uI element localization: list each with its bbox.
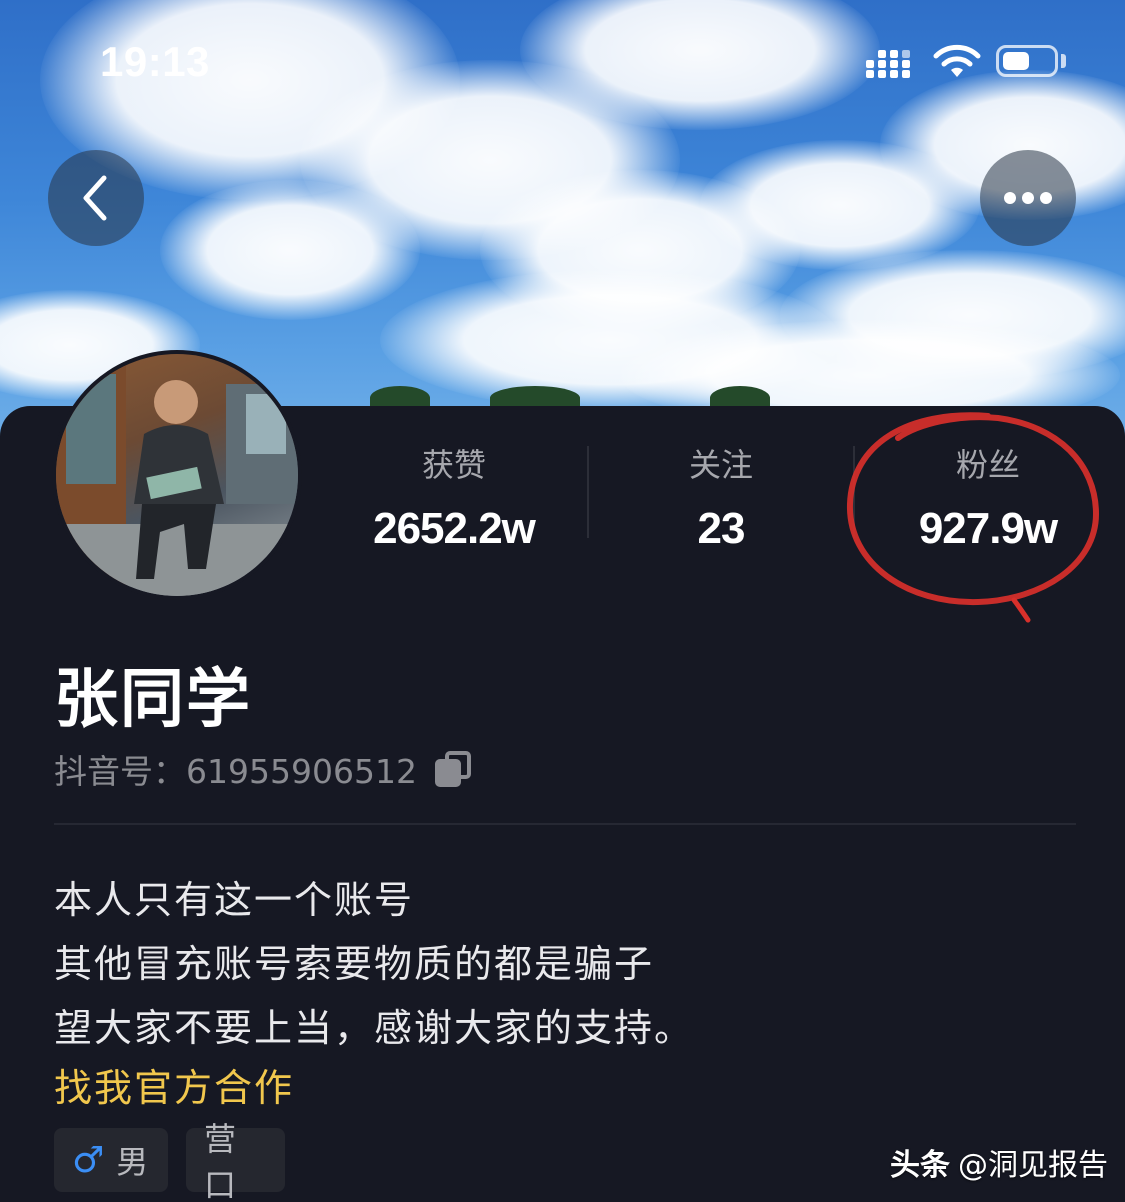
- battery-tip: [1061, 54, 1066, 68]
- avatar-photo: [56, 354, 298, 596]
- watermark: 头条 @洞见报告: [890, 1140, 1108, 1184]
- battery-icon: [996, 45, 1058, 77]
- cellular-signal-icon: [866, 50, 918, 78]
- gender-tag: ♂ 男: [54, 1128, 168, 1192]
- stat-label: 获赞: [421, 446, 486, 484]
- douyin-id-row: 抖音号：61955906512: [54, 745, 471, 793]
- stat-label: 关注: [688, 446, 753, 484]
- more-button[interactable]: [980, 150, 1076, 246]
- red-annotation-circle: [846, 412, 1100, 623]
- back-button[interactable]: [48, 150, 144, 246]
- chevron-left-icon: [83, 175, 107, 221]
- wifi-icon: [932, 44, 982, 80]
- nickname: 张同学: [54, 663, 252, 737]
- location-tag: 营口: [186, 1120, 285, 1202]
- location-label: 营口: [204, 1120, 237, 1202]
- stat-value: 2652.2w: [373, 504, 536, 553]
- bio: 本人只有这一个账号 其他冒充账号索要物质的都是骗子 望大家不要上当，感谢大家的支…: [54, 868, 694, 1060]
- douyin-id-text: 抖音号：61955906512: [54, 752, 417, 791]
- watermark-handle: @洞见报告: [958, 1148, 1108, 1183]
- stat-divider: [587, 446, 589, 538]
- status-time: 19:13: [100, 38, 210, 85]
- gender-label: 男: [116, 1143, 149, 1181]
- bio-line: 本人只有这一个账号: [54, 878, 415, 922]
- stat-following[interactable]: 关注 23: [601, 440, 841, 554]
- bio-line: 其他冒充账号索要物质的都是骗子: [54, 942, 655, 986]
- avatar[interactable]: [52, 350, 302, 600]
- watermark-brand: 头条: [890, 1148, 950, 1183]
- official-cooperation-link[interactable]: 找我官方合作: [54, 1060, 294, 1116]
- male-icon: ♂: [72, 1139, 105, 1181]
- section-divider: [54, 823, 1076, 825]
- stat-value: 23: [697, 504, 746, 553]
- copy-icon[interactable]: [434, 751, 471, 787]
- stat-likes[interactable]: 获赞 2652.2w: [334, 440, 574, 554]
- bio-line: 望大家不要上当，感谢大家的支持。: [54, 1006, 695, 1050]
- more-horizontal-icon: [1001, 192, 1055, 204]
